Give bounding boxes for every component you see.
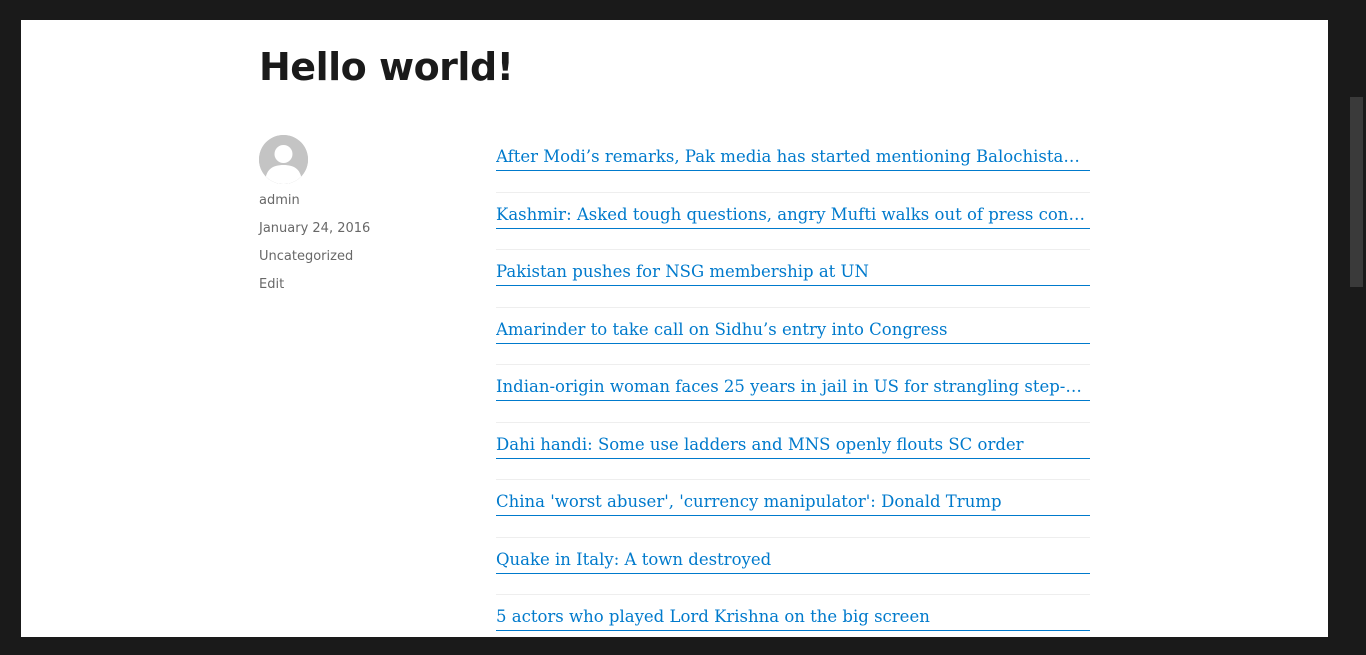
avatar bbox=[259, 135, 308, 184]
post-title[interactable]: Hello world! bbox=[259, 42, 514, 92]
post-author[interactable]: admin bbox=[259, 192, 300, 210]
news-item: China 'worst abuser', 'currency manipula… bbox=[496, 480, 1090, 538]
news-link[interactable]: Quake in Italy: A town destroyed bbox=[496, 550, 1090, 574]
news-item: Dahi handi: Some use ladders and MNS ope… bbox=[496, 423, 1090, 480]
news-item: Amarinder to take call on Sidhu’s entry … bbox=[496, 308, 1090, 365]
scrollbar-thumb[interactable] bbox=[1350, 97, 1363, 287]
news-item: Indian-origin woman faces 25 years in ja… bbox=[496, 365, 1090, 423]
news-item: Quake in Italy: A town destroyed bbox=[496, 538, 1090, 595]
news-item: Kashmir: Asked tough questions, angry Mu… bbox=[496, 193, 1090, 250]
news-link[interactable]: Dahi handi: Some use ladders and MNS ope… bbox=[496, 435, 1090, 459]
news-link[interactable]: Pakistan pushes for NSG membership at UN bbox=[496, 262, 1090, 286]
post-category[interactable]: Uncategorized bbox=[259, 248, 353, 266]
news-link[interactable]: Amarinder to take call on Sidhu’s entry … bbox=[496, 320, 1090, 344]
news-link[interactable]: China 'worst abuser', 'currency manipula… bbox=[496, 492, 1090, 516]
news-link[interactable]: After Modi’s remarks, Pak media has star… bbox=[496, 147, 1090, 171]
vertical-scrollbar[interactable] bbox=[1347, 0, 1366, 655]
news-list: After Modi’s remarks, Pak media has star… bbox=[496, 135, 1090, 637]
news-item: After Modi’s remarks, Pak media has star… bbox=[496, 135, 1090, 193]
page-content: Hello world! admin January 24, 2016 Unca… bbox=[21, 20, 1328, 637]
post-date[interactable]: January 24, 2016 bbox=[259, 220, 370, 238]
news-link[interactable]: 5 actors who played Lord Krishna on the … bbox=[496, 607, 1090, 631]
news-link[interactable]: Kashmir: Asked tough questions, angry Mu… bbox=[496, 205, 1090, 229]
edit-link[interactable]: Edit bbox=[259, 276, 284, 294]
news-item: Pakistan pushes for NSG membership at UN bbox=[496, 250, 1090, 308]
news-link[interactable]: Indian-origin woman faces 25 years in ja… bbox=[496, 377, 1090, 401]
user-icon bbox=[259, 135, 308, 184]
news-item: 5 actors who played Lord Krishna on the … bbox=[496, 595, 1090, 637]
